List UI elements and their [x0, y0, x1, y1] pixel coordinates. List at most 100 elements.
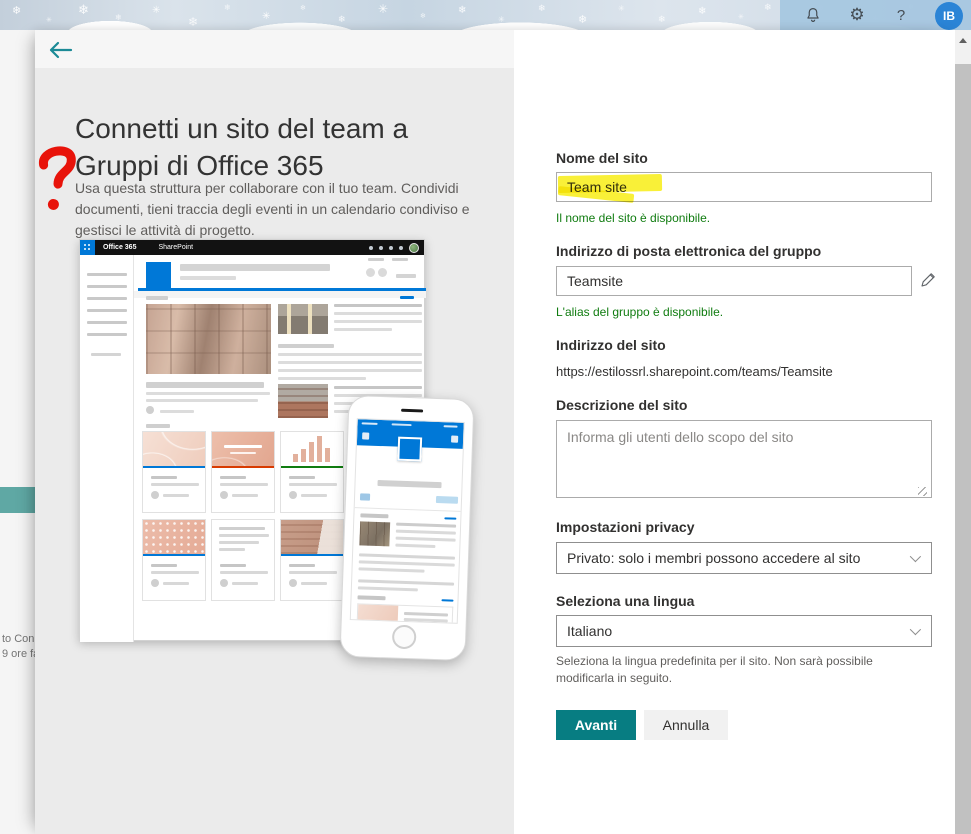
placeholder-bar: [160, 410, 194, 413]
placeholder-bar: [392, 258, 408, 261]
mockup-card: [280, 519, 344, 601]
site-name-label: Nome del sito: [556, 150, 648, 166]
mockup-top-bar-icons: [369, 242, 424, 253]
phone-site-logo: [397, 436, 423, 462]
snowflake-icon: ❄: [458, 5, 467, 16]
placeholder-bar: [289, 483, 337, 486]
mockup-card: [280, 431, 344, 513]
placeholder-bar: [366, 268, 375, 277]
snowflake-icon: ❄: [300, 5, 306, 12]
site-name-validation: Il nome del sito è disponibile.: [556, 211, 711, 225]
snowflake-icon: ❄: [538, 3, 546, 13]
site-description-textarea[interactable]: [556, 420, 932, 498]
snowflake-icon: ❄: [115, 13, 122, 22]
back-button[interactable]: [47, 39, 73, 63]
bell-icon[interactable]: [803, 5, 823, 25]
placeholder-bar: [359, 493, 371, 501]
background-peek-text: to Con 9 ore fa: [2, 632, 36, 662]
placeholder-bar: [219, 534, 269, 537]
snowflake-icon: ❄: [420, 13, 426, 20]
placeholder-bar: [278, 377, 366, 380]
mockup-thumb-photo: [278, 304, 328, 334]
group-email-label: Indirizzo di posta elettronica del grupp…: [556, 243, 822, 259]
background-text-line: 9 ore fa: [2, 648, 36, 660]
placeholder-bar: [395, 536, 456, 542]
placeholder-bar: [278, 344, 334, 348]
placeholder-bar: [441, 599, 454, 602]
placeholder-bar: [334, 320, 422, 323]
snowflake-icon: ✳: [262, 11, 271, 22]
placeholder-bar: [396, 274, 416, 278]
snowflake-icon: ❄: [764, 2, 772, 12]
placeholder-bar: [451, 435, 459, 443]
mockup-card: [142, 431, 206, 513]
placeholder-bar: [395, 529, 456, 535]
form-panel: Nome del sito Il nome del sito è disponi…: [514, 30, 955, 834]
placeholder-bar: [151, 491, 159, 499]
office-365-label: Office 365: [103, 244, 137, 251]
snowflake-icon: ✳: [378, 2, 389, 16]
placeholder-bar: [224, 445, 262, 448]
background-teal-card: [0, 487, 35, 513]
snowflake-icon: ✳: [738, 14, 744, 21]
placeholder-bar: [317, 436, 322, 462]
placeholder-bar: [289, 564, 315, 567]
placeholder-bar: [220, 564, 246, 567]
account-avatar[interactable]: IB: [935, 2, 963, 30]
group-email-validation: L'alias del gruppo è disponibile.: [556, 305, 724, 319]
edit-pencil-icon[interactable]: [918, 271, 938, 291]
placeholder-bar: [334, 328, 392, 331]
sharepoint-label: SharePoint: [158, 244, 194, 251]
placeholder-bar: [220, 491, 228, 499]
placeholder-bar: [354, 507, 461, 512]
privacy-select-value: Privato: solo i membri possono accedere …: [567, 550, 861, 566]
placeholder-bar: [358, 553, 456, 560]
placeholder-bar: [358, 560, 455, 567]
language-help-text: Seleziona la lingua predefinita per il s…: [556, 654, 873, 685]
placeholder-bar: [435, 495, 459, 504]
mockup-avatar: [409, 242, 419, 253]
placeholder-bar: [358, 567, 425, 573]
placeholder-bar: [146, 296, 168, 300]
gear-icon[interactable]: ⚙: [847, 5, 867, 25]
screen: ❄✳❄❄✳❄❄✳❄❄✳❄❄✳❄❄✳❄❄✳❄❄✳❄ ⚙ ? IB to Con 9…: [0, 0, 971, 834]
placeholder-bar: [87, 297, 127, 300]
placeholder-bar: [230, 452, 256, 454]
placeholder-bar: [219, 548, 245, 551]
mockup-accent-line: [138, 288, 426, 291]
snowflake-icon: ❄: [658, 14, 666, 24]
group-email-input[interactable]: [556, 266, 912, 296]
placeholder-bar: [289, 579, 297, 587]
help-icon[interactable]: ?: [891, 5, 911, 25]
language-select[interactable]: Italiano: [556, 615, 932, 647]
background-text-line: to Con: [2, 633, 35, 645]
snowflake-icon: ✳: [46, 17, 52, 24]
cancel-button[interactable]: Annulla: [644, 710, 728, 740]
dialog-title: Connetti un sito del team a Gruppi di Of…: [75, 113, 409, 181]
placeholder-bar: [444, 517, 457, 520]
placeholder-bar: [400, 296, 414, 299]
snowflake-icon: ❄: [338, 14, 346, 24]
mockup-card-image: [143, 432, 205, 468]
placeholder-bar: [396, 522, 457, 528]
snowflake-icon: ✳: [152, 5, 161, 16]
language-select-value: Italiano: [567, 623, 613, 639]
placeholder-bar: [289, 476, 315, 479]
mockup-card: [211, 519, 275, 601]
placeholder-bar: [87, 273, 127, 276]
placeholder-bar: [220, 571, 268, 574]
placeholder-bar: [377, 479, 442, 489]
snowflake-icon: ❄: [78, 2, 89, 17]
privacy-select[interactable]: Privato: solo i membri possono accedere …: [556, 542, 932, 574]
placeholder-bar: [278, 369, 422, 372]
placeholder-bar: [163, 494, 189, 497]
scrollbar-thumb[interactable]: [955, 64, 971, 834]
placeholder-bar: [146, 392, 270, 395]
next-button[interactable]: Avanti: [556, 710, 636, 740]
site-description-label: Descrizione del sito: [556, 397, 688, 413]
scrollbar[interactable]: [955, 30, 971, 834]
phone-card: [356, 603, 454, 624]
placeholder-bar: [146, 382, 264, 388]
placeholder-bar: [220, 483, 268, 486]
scrollbar-up-arrow[interactable]: [959, 38, 967, 43]
